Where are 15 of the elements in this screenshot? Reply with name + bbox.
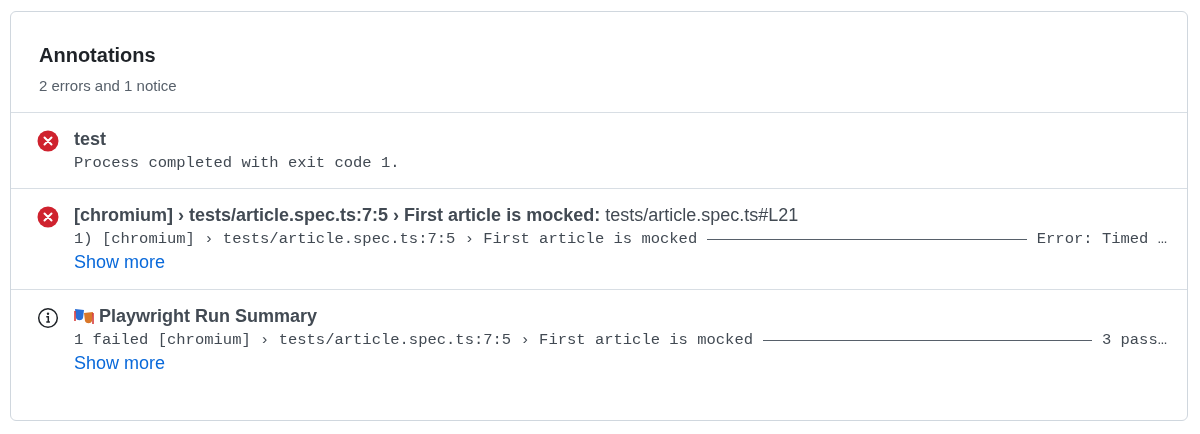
annotation-title: test (74, 129, 106, 150)
annotation-message: Process completed with exit code 1. (74, 154, 400, 172)
annotation-message: 3 pass… (1101, 331, 1167, 349)
annotation-title: Playwright Run Summary (99, 306, 318, 327)
annotation-message: 1) [chromium] › tests/article.spec.ts:7:5 › First article is mocked (74, 230, 698, 248)
error-icon (37, 206, 59, 228)
show-more-link[interactable]: Show more (74, 252, 166, 273)
annotation-message: Error: Timed … (1036, 230, 1167, 248)
annotation-summary: 2 errors and 1 notice (39, 77, 178, 94)
annotation-title: [chromium] › tests/article.spec.ts:7:5 › First article is mocked: tests/article.spec.ts#L21 (74, 205, 799, 226)
section-title: Annotations (39, 44, 157, 67)
error-icon (37, 130, 59, 152)
show-more-link[interactable]: Show more (74, 353, 166, 374)
annotation-message: 1 failed [chromium] › tests/article.spec.ts:7:5 › First article is mocked (74, 331, 753, 349)
info-icon (37, 307, 59, 329)
